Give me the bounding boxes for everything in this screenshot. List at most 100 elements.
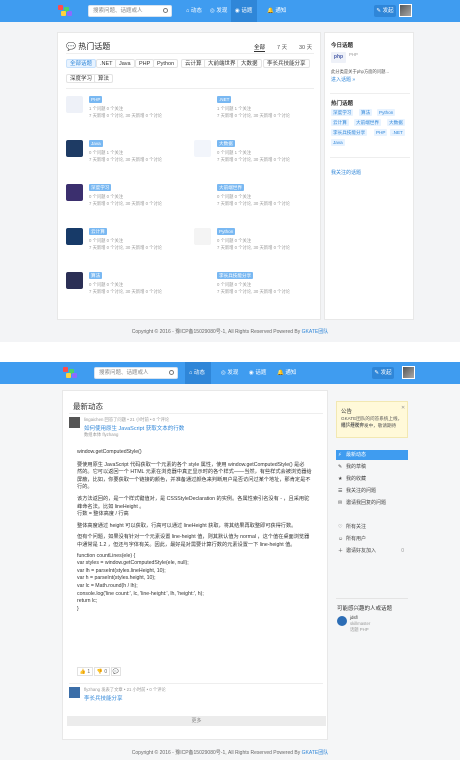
topic-card[interactable]: 李长兵技能分享 0 个问题 0 个关注 7 天新增 0 个讨论, 30 天新增 … bbox=[194, 272, 324, 305]
followed-topics-link[interactable]: 我关注的话题 bbox=[331, 169, 361, 176]
menu-item[interactable]: ★ 我的收藏 bbox=[336, 474, 408, 484]
ask-button[interactable]: ✎ 发起 bbox=[372, 367, 394, 379]
topic-tag[interactable]: PHP bbox=[89, 96, 103, 103]
chip-frontend[interactable]: 大前端世界 bbox=[204, 59, 240, 68]
topic-tag[interactable]: .NET bbox=[217, 96, 232, 103]
frontend-logo[interactable] bbox=[194, 184, 211, 201]
topic-tag[interactable]: 大前端世界 bbox=[217, 184, 244, 191]
menu-item[interactable]: ☰ 我关注的问题 bbox=[336, 486, 408, 496]
search-input[interactable]: 搜索问题、话题或人 bbox=[88, 5, 172, 17]
topic-stats: 7 天新增 0 个讨论, 30 天新增 0 个讨论 bbox=[89, 245, 163, 250]
topic-tag[interactable]: 算法 bbox=[89, 272, 103, 279]
load-more-button[interactable]: 更多 bbox=[67, 716, 326, 726]
nav-feed[interactable]: ⌂ 动态 bbox=[185, 362, 211, 384]
topic-card[interactable]: 算法 0 个问题 0 个关注 7 天新增 0 个讨论, 30 天新增 0 个讨论 bbox=[66, 272, 196, 305]
topic-card[interactable]: 云计算 0 个问题 0 个关注 7 天新增 0 个讨论, 30 天新增 0 个讨… bbox=[66, 228, 196, 261]
topic-tag[interactable]: Python bbox=[217, 228, 236, 235]
search-icon[interactable] bbox=[169, 370, 174, 375]
menu-item[interactable]: ☺ 所有用户 bbox=[336, 534, 408, 544]
menu-item[interactable]: ＋邀请好友加入 0 bbox=[336, 546, 408, 556]
chip-algorithm[interactable]: 算法 bbox=[94, 74, 114, 83]
suggested-user-avatar[interactable] bbox=[337, 616, 347, 626]
comment-button[interactable]: 💬 bbox=[111, 667, 121, 676]
deep-learning-image[interactable] bbox=[66, 184, 83, 201]
ask-button[interactable]: ✎ 发起 bbox=[374, 5, 396, 17]
topic-card[interactable]: .NET 1 个问题 1 个关注 7 天新增 0 个讨论, 30 天新增 0 个… bbox=[194, 96, 324, 129]
nav-feed[interactable]: ⌂ 动态 bbox=[182, 0, 206, 22]
menu-item[interactable]: ✎ 我的草稿 bbox=[336, 462, 408, 472]
menu-item[interactable]: ⚡ 最新动态 bbox=[336, 450, 408, 460]
author-avatar[interactable] bbox=[69, 417, 80, 428]
chip-python[interactable]: Python bbox=[153, 59, 179, 68]
close-icon[interactable]: ✕ bbox=[401, 405, 405, 411]
menu-item[interactable]: ✉ 邀请我回复的问题 bbox=[336, 498, 408, 508]
cloud-image[interactable] bbox=[66, 228, 83, 245]
author-avatar[interactable] bbox=[69, 687, 80, 698]
hot-topic-tag[interactable]: Java bbox=[331, 139, 345, 146]
topic-card[interactable]: Python 0 个问题 0 个关注 7 天新增 0 个讨论, 30 天新增 0… bbox=[194, 228, 324, 261]
suggested-user-name[interactable]: jdsfl bbox=[350, 615, 358, 620]
hot-topic-tag[interactable]: 算法 bbox=[359, 109, 373, 116]
topic-tag[interactable]: 大数据 bbox=[217, 140, 235, 147]
skills-logo[interactable] bbox=[194, 272, 211, 289]
topic-tag[interactable]: 深度学习 bbox=[89, 184, 112, 191]
topic-tag[interactable]: 云计算 bbox=[89, 228, 107, 235]
menu-label: 我的草稿 bbox=[346, 464, 367, 470]
answer-line: function countLines(ele) { bbox=[77, 552, 136, 559]
hot-topic-tag[interactable]: .NET bbox=[390, 129, 405, 136]
topic-tag[interactable]: 李长兵技能分享 bbox=[217, 272, 254, 279]
chip-all-topics[interactable]: 全部话题 bbox=[66, 59, 97, 68]
site-logo[interactable] bbox=[63, 367, 79, 379]
nav-discover[interactable]: ◎ 发现 bbox=[217, 362, 242, 384]
range-all[interactable]: 全部 bbox=[254, 43, 266, 52]
php-logo[interactable] bbox=[66, 96, 83, 113]
chip-php[interactable]: PHP bbox=[135, 59, 155, 68]
algorithm-image[interactable] bbox=[66, 272, 83, 289]
enter-topic-link[interactable]: 进入话题 » bbox=[331, 76, 355, 83]
answer-line: 要使用原生 JavaScript 代码获取一个元素的各个 style 属性，使用… bbox=[77, 461, 305, 468]
upvote-button[interactable]: 👍 1 bbox=[77, 667, 93, 676]
question-title[interactable]: 如何使用原生 JavaScript 获取文本的行数 bbox=[84, 424, 184, 432]
hot-topic-tag[interactable]: Python bbox=[377, 109, 396, 116]
user-avatar[interactable] bbox=[402, 366, 415, 379]
topic-card[interactable]: 大数据 0 个问题 1 个关注 7 天新增 0 个讨论, 30 天新增 0 个讨… bbox=[194, 140, 324, 173]
topic-card[interactable]: PHP 1 个问题 0 个关注 7 天新增 0 个讨论, 30 天新增 0 个讨… bbox=[66, 96, 196, 129]
nav-discover[interactable]: ◎ 发现 bbox=[206, 0, 231, 22]
chip-dotnet[interactable]: .NET bbox=[96, 59, 117, 68]
search-input[interactable]: 搜索问题、话题或人 bbox=[94, 367, 178, 379]
search-icon[interactable] bbox=[163, 8, 168, 13]
hot-topic-tag[interactable]: 大数据 bbox=[387, 119, 405, 126]
divider bbox=[66, 88, 314, 89]
dotnet-logo[interactable] bbox=[194, 96, 211, 113]
hot-topic-tag[interactable]: 云计算 bbox=[331, 119, 349, 126]
user-avatar[interactable] bbox=[399, 4, 412, 17]
range-7days[interactable]: 7 天 bbox=[277, 43, 287, 51]
topic-tag[interactable]: Java bbox=[89, 140, 103, 147]
nav-topics[interactable]: ◉ 话题 bbox=[245, 362, 270, 384]
nav-topics[interactable]: ◉ 话题 bbox=[231, 0, 257, 22]
range-30days[interactable]: 30 天 bbox=[299, 43, 312, 51]
hot-topic-tag[interactable]: PHP bbox=[374, 129, 388, 136]
menu-item[interactable]: ♡ 所有关注 bbox=[336, 522, 408, 532]
hot-topic-tag[interactable]: 大前端世界 bbox=[354, 119, 381, 126]
menu-icon: ✎ bbox=[338, 464, 343, 470]
chip-java[interactable]: Java bbox=[115, 59, 135, 68]
chip-bigdata[interactable]: 大数据 bbox=[237, 59, 262, 68]
downvote-button[interactable]: 👎 0 bbox=[94, 667, 110, 676]
topic-card[interactable]: 大前端世界 0 个问题 0 个关注 7 天新增 0 个讨论, 30 天新增 0 … bbox=[194, 184, 324, 217]
hot-topic-tag[interactable]: 深度学习 bbox=[331, 109, 354, 116]
chip-skills[interactable]: 李长兵技能分享 bbox=[263, 59, 310, 68]
chip-deep-learning[interactable]: 深度学习 bbox=[66, 74, 97, 83]
site-logo[interactable] bbox=[58, 5, 74, 17]
python-logo[interactable] bbox=[194, 228, 211, 245]
topic-card[interactable]: 深度学习 0 个问题 0 个关注 7 天新增 0 个讨论, 30 天新增 0 个… bbox=[66, 184, 196, 217]
nav-notifications[interactable]: 🔔 通知 bbox=[273, 362, 300, 384]
nav-notifications[interactable]: 🔔 通知 bbox=[263, 0, 290, 22]
today-topic-tag[interactable]: PHP bbox=[349, 52, 358, 57]
java-logo[interactable] bbox=[66, 140, 83, 157]
article-title[interactable]: 李长兵技能分享 bbox=[84, 694, 123, 702]
topic-card[interactable]: Java 0 个问题 1 个关注 7 天新增 0 个讨论, 30 天新增 0 个… bbox=[66, 140, 196, 173]
hot-topic-tag[interactable]: 李长兵技能分享 bbox=[331, 129, 368, 136]
bigdata-logo[interactable] bbox=[194, 140, 211, 157]
chip-cloud[interactable]: 云计算 bbox=[181, 59, 206, 68]
